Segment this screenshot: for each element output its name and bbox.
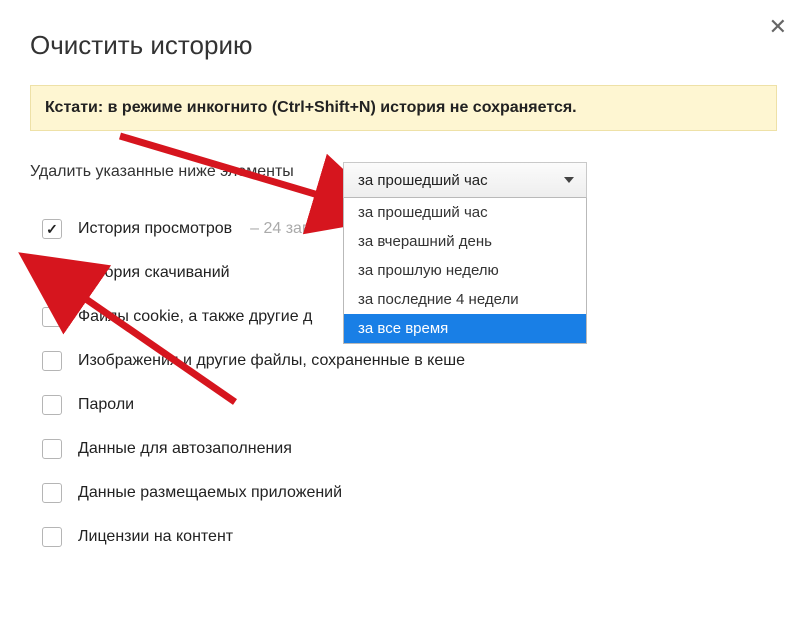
time-range-option[interactable]: за все время <box>344 314 586 343</box>
checkbox[interactable] <box>42 527 62 547</box>
chevron-down-icon <box>564 177 574 183</box>
list-item: Данные для автозаполнения <box>30 427 777 471</box>
time-range-select-button[interactable]: за прошедший час <box>343 162 587 198</box>
list-item: Лицензии на контент <box>30 515 777 559</box>
list-item: Изображения и другие файлы, сохраненные … <box>30 339 777 383</box>
time-range-option[interactable]: за последние 4 недели <box>344 285 586 314</box>
checkbox[interactable] <box>42 439 62 459</box>
checkbox[interactable] <box>42 307 62 327</box>
checkbox-label: Лицензии на контент <box>78 528 233 546</box>
checkbox[interactable] <box>42 483 62 503</box>
checkbox[interactable] <box>42 351 62 371</box>
checkbox-label: История просмотров <box>78 220 232 238</box>
checkbox-extra: – 24 зап <box>250 220 310 238</box>
time-range-option[interactable]: за прошедший час <box>344 198 586 227</box>
checkbox-label: Данные для автозаполнения <box>78 440 292 458</box>
checkbox-label: История скачиваний <box>78 264 230 282</box>
time-range-select[interactable]: за прошедший час за прошедший часза вчер… <box>343 162 587 344</box>
time-range-options-list: за прошедший часза вчерашний деньза прош… <box>343 198 587 344</box>
checkbox[interactable] <box>42 263 62 283</box>
clear-history-dialog: ✕ Очистить историю Кстати: в режиме инко… <box>0 0 807 625</box>
checkbox-label: Файлы cookie, а также другие д <box>78 308 312 326</box>
incognito-info-bar: Кстати: в режиме инкогнито (Ctrl+Shift+N… <box>30 85 777 131</box>
dialog-title: Очистить историю <box>30 30 777 61</box>
delete-label: Удалить указанные ниже элементы <box>30 163 294 181</box>
time-range-option[interactable]: за вчерашний день <box>344 227 586 256</box>
checkbox[interactable] <box>42 219 62 239</box>
time-range-option[interactable]: за прошлую неделю <box>344 256 586 285</box>
checkbox-label: Данные размещаемых приложений <box>78 484 342 502</box>
checkbox-label: Пароли <box>78 396 134 414</box>
list-item: Данные размещаемых приложений <box>30 471 777 515</box>
checkbox[interactable] <box>42 395 62 415</box>
list-item: Пароли <box>30 383 777 427</box>
checkbox-label: Изображения и другие файлы, сохраненные … <box>78 352 465 370</box>
time-range-selected-value: за прошедший час <box>358 172 488 189</box>
close-icon[interactable]: ✕ <box>769 16 787 38</box>
